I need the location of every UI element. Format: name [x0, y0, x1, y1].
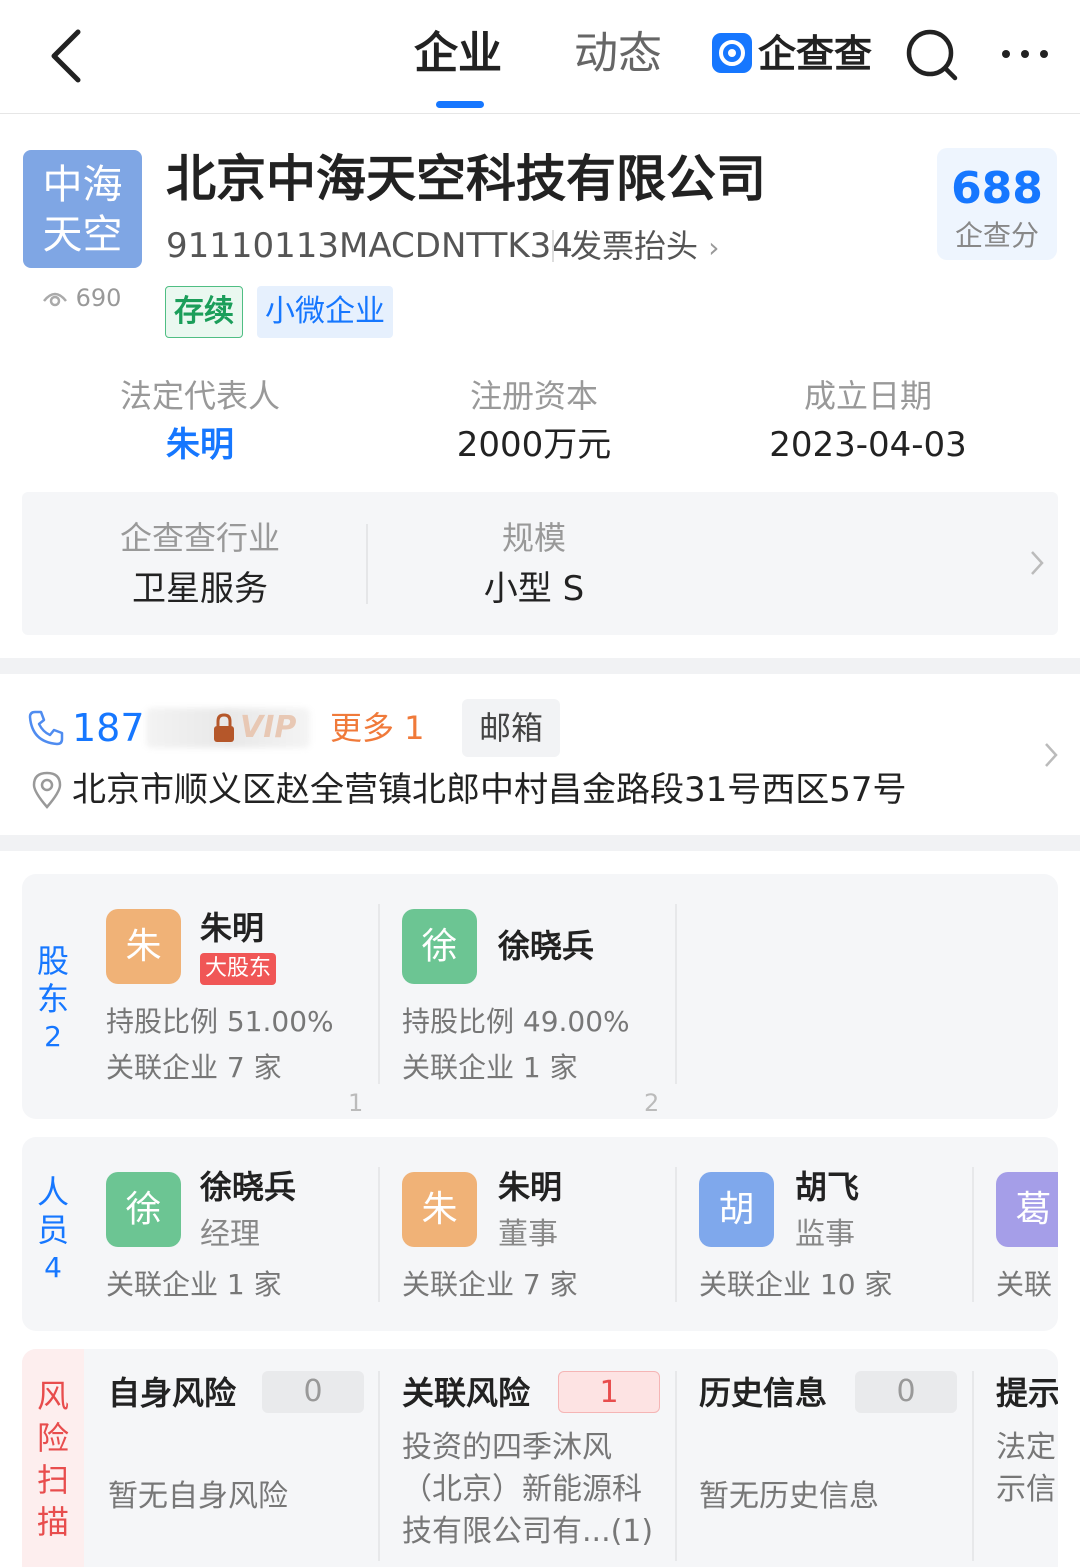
shareholder-name: 朱明	[200, 909, 265, 947]
founded-label: 成立日期	[803, 377, 932, 415]
major-shareholder-badge: 大股东	[200, 953, 277, 985]
related-companies: 关联企业 1 家	[106, 1268, 282, 1301]
shareholders-card: 股 东 2 朱 朱明 大股东 持股比例 51.00% 关联企业 7 家 1 徐 …	[22, 874, 1058, 1119]
tab-dynamics[interactable]: 动态	[574, 24, 662, 84]
shareholder-item[interactable]: 朱 朱明 大股东 持股比例 51.00% 关联企业 7 家 1	[84, 874, 380, 1119]
score-label: 企查分	[954, 219, 1039, 252]
industry-label: 企查查行业	[119, 519, 280, 557]
location-pin-icon	[32, 771, 62, 809]
qcc-logo-icon	[712, 33, 752, 73]
risk-side-label[interactable]: 风 险 扫 描	[22, 1349, 84, 1567]
related-companies: 关联企业 10 家	[699, 1268, 893, 1301]
score-value: 688	[951, 163, 1043, 214]
section-divider	[0, 658, 1080, 674]
related-companies: 关联企业 7 家	[106, 1051, 282, 1084]
risk-description: 投资的四季沐风 （北京）新能源科 技有限公司有...(1)	[402, 1430, 654, 1549]
share-ratio: 持股比例 51.00%	[106, 1005, 334, 1038]
risk-item-history[interactable]: 历史信息 0 暂无历史信息	[677, 1349, 973, 1567]
legal-rep-label: 法定代表人	[119, 377, 280, 415]
staff-side-label[interactable]: 人 员 4	[22, 1173, 84, 1287]
search-icon[interactable]	[903, 26, 961, 84]
section-divider	[0, 835, 1080, 851]
tab-company[interactable]: 企业	[414, 24, 502, 84]
phone-number[interactable]: 187	[72, 702, 145, 754]
company-name: 北京中海天空科技有限公司	[166, 150, 766, 208]
credit-code[interactable]: 91110113MACDNTTK34	[166, 222, 573, 270]
divider	[675, 904, 677, 1084]
eye-icon	[43, 292, 67, 307]
risk-title: 历史信息	[699, 1374, 828, 1412]
risk-count: 0	[855, 1371, 957, 1413]
avatar: 徐	[402, 909, 477, 984]
shareholder-name: 徐晓兵	[498, 927, 595, 965]
staff-role: 董事	[498, 1217, 558, 1252]
risk-item-hint[interactable]: 提示 法定 示信	[974, 1349, 1058, 1567]
avatar: 胡	[699, 1172, 774, 1247]
related-companies: 关联企业 1 家	[402, 1051, 578, 1084]
chevron-right-icon	[1031, 551, 1044, 575]
view-count: 690	[42, 282, 121, 314]
back-arrow-icon[interactable]	[44, 26, 94, 86]
chevron-right-icon: ›	[708, 231, 720, 264]
staff-card: 人 员 4 徐 徐晓兵 经理 关联企业 1 家 朱 朱明 董事 关联企业 7 家…	[22, 1137, 1058, 1331]
avatar: 朱	[106, 909, 181, 984]
shareholder-item[interactable]: 徐 徐晓兵 持股比例 49.00% 关联企业 1 家 2	[380, 874, 676, 1119]
shareholders-side-label[interactable]: 股 东 2	[22, 942, 84, 1056]
risk-description: 暂无历史信息	[699, 1479, 879, 1514]
more-phones-link[interactable]: 更多 1	[330, 704, 425, 752]
avatar: 徐	[106, 1172, 181, 1247]
staff-name: 胡飞	[795, 1168, 860, 1206]
address-text[interactable]: 北京市顺义区赵全营镇北郎中村昌金路段31号西区57号	[72, 764, 907, 816]
scale-tag: 小微企业	[257, 286, 393, 338]
top-nav-bar: 企业 动态 企查查	[0, 0, 1080, 114]
risk-count: 0	[262, 1371, 364, 1413]
chevron-right-icon[interactable]	[1042, 740, 1060, 770]
risk-title: 自身风险	[108, 1374, 237, 1412]
founded-value: 2023-04-03	[769, 425, 967, 465]
staff-role: 监事	[795, 1217, 855, 1252]
score-card[interactable]: 688 企查分	[937, 148, 1057, 260]
lock-icon	[214, 713, 234, 742]
brand-name: 企查查	[758, 32, 873, 76]
staff-item[interactable]: 葛 关联	[974, 1137, 1058, 1331]
industry-panel[interactable]: 企查查行业 卫星服务 规模 小型 S	[22, 492, 1058, 635]
share-ratio: 持股比例 49.00%	[402, 1005, 630, 1038]
status-tag: 存续	[165, 286, 243, 338]
more-options-icon[interactable]	[998, 40, 1052, 68]
capital-value: 2000万元	[456, 425, 612, 465]
staff-name: 朱明	[498, 1168, 563, 1206]
item-index: 2	[644, 1089, 660, 1117]
email-button[interactable]: 邮箱	[462, 699, 560, 757]
capital-label: 注册资本	[469, 377, 598, 415]
risk-item-related[interactable]: 关联风险 1 投资的四季沐风 （北京）新能源科 技有限公司有...(1)	[380, 1349, 676, 1567]
industry-value: 卫星服务	[132, 569, 268, 609]
avatar: 朱	[402, 1172, 477, 1247]
related-companies: 关联	[996, 1268, 1053, 1301]
legal-rep-link[interactable]: 朱明	[30, 420, 370, 470]
scale-value: 小型 S	[483, 569, 585, 609]
divider	[552, 230, 554, 262]
risk-description: 暂无自身风险	[108, 1479, 288, 1514]
phone-icon	[28, 710, 64, 746]
item-index: 1	[348, 1089, 364, 1117]
risk-description: 法定 示信	[996, 1430, 1056, 1507]
risk-title: 关联风险	[402, 1374, 531, 1412]
company-logo: 中海 天空	[23, 150, 142, 268]
staff-item[interactable]: 朱 朱明 董事 关联企业 7 家	[380, 1137, 676, 1331]
related-companies: 关联企业 7 家	[402, 1268, 578, 1301]
risk-count: 1	[558, 1371, 660, 1413]
active-tab-indicator	[436, 101, 484, 108]
risk-scan-card: 风 险 扫 描 自身风险 0 暂无自身风险 关联风险 1 投资的四季沐风 （北京…	[22, 1349, 1058, 1567]
staff-item[interactable]: 徐 徐晓兵 经理 关联企业 1 家	[84, 1137, 380, 1331]
staff-role: 经理	[200, 1217, 260, 1252]
scale-label: 规模	[501, 519, 566, 557]
risk-title: 提示	[996, 1374, 1058, 1412]
vip-label[interactable]: VIP	[240, 708, 296, 748]
avatar: 葛	[996, 1172, 1058, 1247]
risk-item-self[interactable]: 自身风险 0 暂无自身风险	[84, 1349, 380, 1567]
staff-name: 徐晓兵	[200, 1168, 297, 1206]
staff-item[interactable]: 胡 胡飞 监事 关联企业 10 家	[677, 1137, 973, 1331]
invoice-link[interactable]: 发票抬头 ›	[570, 222, 719, 272]
